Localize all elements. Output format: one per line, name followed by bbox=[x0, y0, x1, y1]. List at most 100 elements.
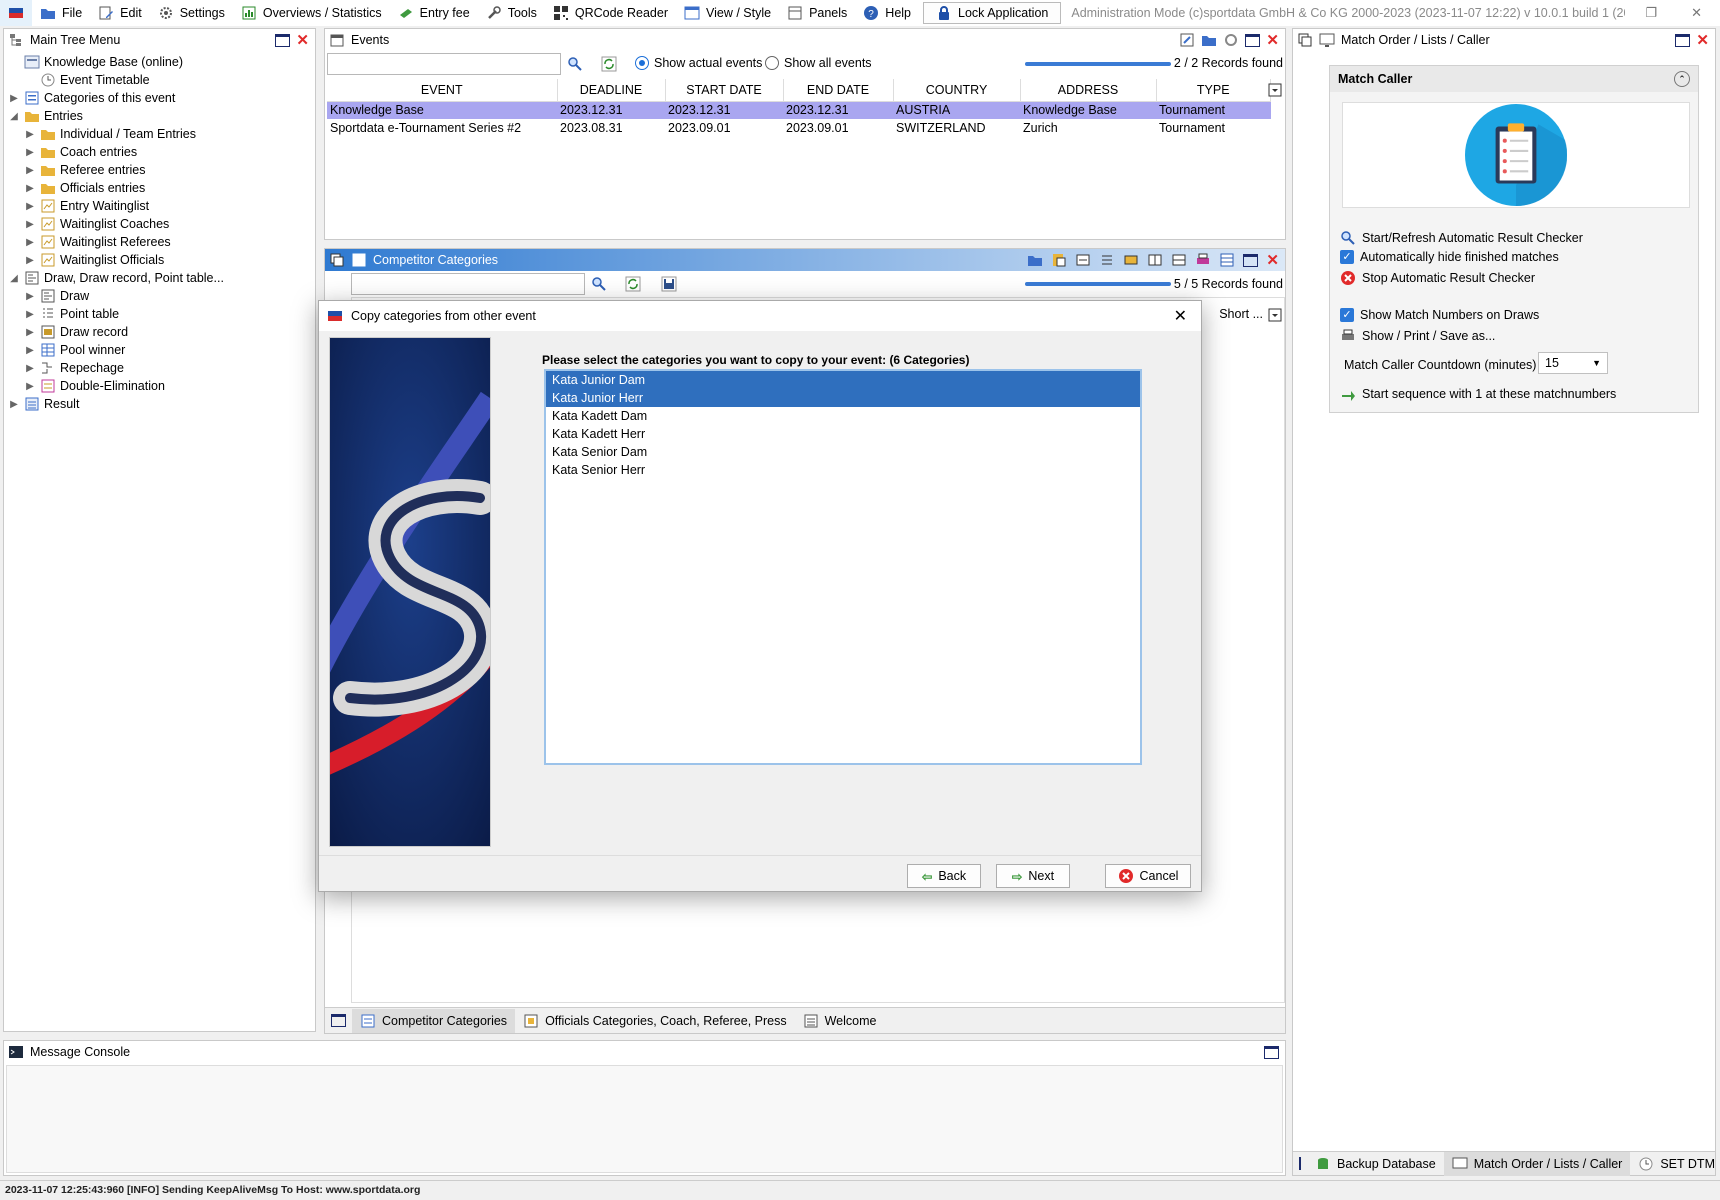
list-item[interactable]: Kata Senior Dam bbox=[546, 443, 1140, 461]
events-search-button[interactable] bbox=[563, 53, 587, 75]
countdown-select[interactable]: 15 ▼ bbox=[1538, 352, 1608, 374]
tree-item-entries[interactable]: ◢ Entries bbox=[8, 107, 311, 125]
tree-item-waitinglist-referees[interactable]: ▶ Waitinglist Referees bbox=[8, 233, 311, 251]
menu-settings[interactable]: Settings bbox=[150, 0, 233, 26]
print-icon[interactable] bbox=[1195, 252, 1211, 268]
tree-item-event-timetable[interactable]: Event Timetable bbox=[8, 71, 311, 89]
tab-officials-categories[interactable]: Officials Categories, Coach, Referee, Pr… bbox=[515, 1009, 795, 1033]
column-chooser-icon[interactable] bbox=[1267, 82, 1283, 98]
col-country[interactable]: COUNTRY bbox=[893, 79, 1021, 102]
maximize-icon[interactable] bbox=[1299, 1157, 1301, 1170]
menu-entry-fee[interactable]: Entry fee bbox=[390, 0, 478, 26]
menu-edit[interactable]: Edit bbox=[90, 0, 150, 26]
tree-item-draw-group[interactable]: ◢ Draw, Draw record, Point table... bbox=[8, 269, 311, 287]
tree-item-individual-team[interactable]: ▶ Individual / Team Entries bbox=[8, 125, 311, 143]
tree-item-result[interactable]: ▶ Result bbox=[8, 395, 311, 413]
checkbox-checked-icon[interactable]: ✓ bbox=[1340, 250, 1354, 264]
list-item[interactable]: Kata Junior Herr bbox=[546, 389, 1140, 407]
list-icon[interactable] bbox=[1099, 252, 1115, 268]
tree-item-officials[interactable]: ▶ Officials entries bbox=[8, 179, 311, 197]
tree-item-point-table[interactable]: ▶ Point table bbox=[8, 305, 311, 323]
menu-file[interactable]: File bbox=[32, 0, 90, 26]
refresh-icon[interactable] bbox=[1223, 32, 1239, 48]
radio-actual-indicator[interactable] bbox=[635, 56, 649, 70]
tree-item-draw-record[interactable]: ▶ Draw record bbox=[8, 323, 311, 341]
categories-listbox[interactable]: Kata Junior Dam Kata Junior Herr Kata Ka… bbox=[544, 369, 1142, 765]
menu-tools[interactable]: Tools bbox=[478, 0, 545, 26]
tree-item-coach[interactable]: ▶ Coach entries bbox=[8, 143, 311, 161]
table-row[interactable]: Knowledge Base 2023.12.31 2023.12.31 202… bbox=[327, 101, 1271, 119]
tab-welcome[interactable]: Welcome bbox=[795, 1009, 885, 1033]
show-match-numbers-checkbox[interactable]: ✓ Show Match Numbers on Draws bbox=[1340, 308, 1539, 322]
start-sequence-button[interactable]: Start sequence with 1 at these matchnumb… bbox=[1340, 386, 1616, 402]
close-icon[interactable]: ✕ bbox=[1266, 253, 1279, 268]
maximize-icon[interactable] bbox=[275, 33, 291, 47]
split-icon[interactable] bbox=[1147, 252, 1163, 268]
col-deadline[interactable]: DEADLINE bbox=[557, 79, 666, 102]
show-print-save-button[interactable]: Show / Print / Save as... bbox=[1340, 328, 1495, 344]
radio-actual-events[interactable]: Show actual events bbox=[635, 56, 762, 70]
stop-checker-button[interactable]: Stop Automatic Result Checker bbox=[1340, 270, 1535, 286]
menu-help[interactable]: ? Help bbox=[855, 0, 919, 26]
next-button[interactable]: ⇨ Next bbox=[996, 864, 1070, 888]
radio-all-indicator[interactable] bbox=[765, 56, 779, 70]
events-refresh-button[interactable] bbox=[597, 53, 621, 75]
tab-backup-database[interactable]: Backup Database bbox=[1307, 1152, 1444, 1176]
col-address[interactable]: ADDRESS bbox=[1020, 79, 1157, 102]
maximize-icon[interactable] bbox=[1245, 33, 1261, 47]
form-icon[interactable] bbox=[1075, 252, 1091, 268]
tree-item-repechage[interactable]: ▶ Repechage bbox=[8, 359, 311, 377]
column-chooser-icon[interactable] bbox=[1267, 307, 1283, 323]
tools-icon[interactable] bbox=[1123, 252, 1139, 268]
tab-competitor-categories[interactable]: Competitor Categories bbox=[352, 1008, 516, 1033]
tree-item-entry-waitinglist[interactable]: ▶ Entry Waitinglist bbox=[8, 197, 311, 215]
rows-icon[interactable] bbox=[1171, 252, 1187, 268]
dialog-close-icon[interactable]: ✕ bbox=[1160, 306, 1201, 326]
paste-icon[interactable] bbox=[1051, 252, 1067, 268]
competitor-refresh-button[interactable] bbox=[621, 273, 645, 295]
tree-item-categories[interactable]: ▶ Categories of this event bbox=[8, 89, 311, 107]
grid-icon[interactable] bbox=[1219, 252, 1235, 268]
menu-view-style[interactable]: View / Style bbox=[676, 0, 779, 26]
menu-overviews[interactable]: Overviews / Statistics bbox=[233, 0, 390, 26]
tree-item-knowledge-base[interactable]: Knowledge Base (online) bbox=[8, 53, 311, 71]
checkbox-checked-icon[interactable]: ✓ bbox=[1340, 308, 1354, 322]
edit-list-icon[interactable] bbox=[1179, 32, 1195, 48]
tab-set-dtm[interactable]: SET DTM bbox=[1630, 1152, 1720, 1176]
list-item[interactable]: Kata Junior Dam bbox=[546, 371, 1140, 389]
radio-all-events[interactable]: Show all events bbox=[765, 56, 872, 70]
list-item[interactable]: Kata Kadett Herr bbox=[546, 425, 1140, 443]
auto-hide-checkbox[interactable]: ✓ Automatically hide finished matches bbox=[1340, 250, 1559, 264]
folder-icon[interactable] bbox=[1201, 32, 1217, 48]
competitor-search-input[interactable] bbox=[351, 273, 585, 295]
restore-icon[interactable]: ❐ bbox=[1645, 5, 1657, 21]
lock-application-button[interactable]: Lock Application bbox=[923, 2, 1062, 24]
tree-item-waitinglist-coaches[interactable]: ▶ Waitinglist Coaches bbox=[8, 215, 311, 233]
competitor-search-button[interactable] bbox=[587, 273, 611, 295]
tree-item-draw[interactable]: ▶ Draw bbox=[8, 287, 311, 305]
list-item[interactable]: Kata Kadett Dam bbox=[546, 407, 1140, 425]
close-icon[interactable]: ✕ bbox=[1696, 33, 1709, 48]
cancel-button[interactable]: Cancel bbox=[1105, 864, 1191, 888]
tree-item-pool-winner[interactable]: ▶ Pool winner bbox=[8, 341, 311, 359]
close-window-icon[interactable]: ✕ bbox=[1691, 5, 1702, 21]
menu-panels[interactable]: Panels bbox=[779, 0, 855, 26]
folder-icon[interactable] bbox=[1027, 252, 1043, 268]
close-icon[interactable]: ✕ bbox=[1266, 33, 1279, 48]
short-column-header[interactable]: Short ... bbox=[1219, 307, 1263, 321]
competitor-save-button[interactable] bbox=[657, 273, 681, 295]
maximize-icon[interactable] bbox=[331, 1014, 346, 1027]
start-refresh-checker[interactable]: Start/Refresh Automatic Result Checker bbox=[1340, 230, 1583, 246]
back-button[interactable]: ⇦ Back bbox=[907, 864, 981, 888]
events-search-input[interactable] bbox=[327, 53, 561, 75]
menu-qrcode[interactable]: QRCode Reader bbox=[545, 0, 676, 26]
col-type[interactable]: TYPE bbox=[1156, 79, 1271, 102]
tree-item-double-elimination[interactable]: ▶ Double-Elimination bbox=[8, 377, 311, 395]
list-item[interactable]: Kata Senior Herr bbox=[546, 461, 1140, 479]
tab-match-order[interactable]: Match Order / Lists / Caller bbox=[1443, 1151, 1631, 1176]
collapse-icon[interactable]: ⌃ bbox=[1674, 71, 1690, 87]
table-row[interactable]: Sportdata e-Tournament Series #2 2023.08… bbox=[327, 119, 1271, 137]
maximize-icon[interactable] bbox=[1243, 253, 1259, 267]
maximize-icon[interactable] bbox=[1675, 33, 1691, 47]
close-icon[interactable]: ✕ bbox=[296, 33, 309, 48]
